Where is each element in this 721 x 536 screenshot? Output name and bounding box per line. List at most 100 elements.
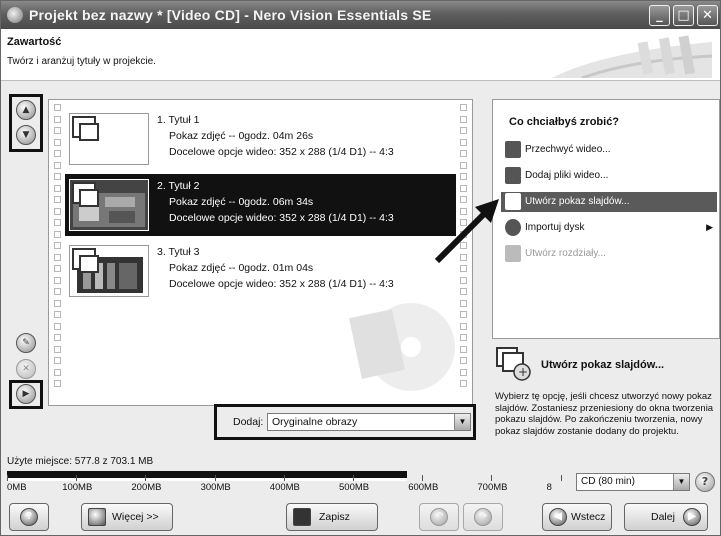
svg-text:+: + xyxy=(518,365,528,379)
space-scale-tick-label: 200MB xyxy=(131,482,162,493)
title-name: 1. Tytuł 1 xyxy=(157,114,200,126)
film-perforation-left xyxy=(54,104,61,392)
action-add-video-files[interactable]: Dodaj pliki wideo... xyxy=(501,166,717,186)
action-label: Dodaj pliki wideo... xyxy=(525,170,609,181)
slideshow-thumbnail xyxy=(69,113,149,165)
space-scale-tick-label: 400MB xyxy=(269,482,300,493)
title-duration: Pokaz zdjęć -- 0godz. 01m 04s xyxy=(169,262,314,274)
create-chapters-icon xyxy=(505,245,521,262)
play-title-button[interactable]: ▶ xyxy=(16,384,36,404)
page-header: Zawartość Twórz i aranżuj tytuły w proje… xyxy=(1,29,720,81)
move-down-button[interactable]: ▼ xyxy=(16,125,36,145)
slideshow-icon xyxy=(72,116,99,141)
disc-type-value: CD (80 min) xyxy=(581,476,635,487)
window-title: Projekt bez nazwy * [Video CD] - Nero Vi… xyxy=(29,7,432,23)
title-name: 3. Tytuł 3 xyxy=(157,246,200,258)
undo-button[interactable]: ↶ xyxy=(419,503,459,531)
help-icon: ? xyxy=(20,508,38,526)
page-subtitle: Twórz i aranżuj tytuły w projekcie. xyxy=(7,56,156,67)
action-label: Utwórz pokaz slajdów... xyxy=(525,196,630,207)
description-text: Wybierz tę opcję, jeśli chcesz utworzyć … xyxy=(495,391,714,437)
edit-title-button[interactable]: ✎ xyxy=(16,333,36,353)
more-button-label: Więcej >> xyxy=(112,511,159,523)
action-label: Importuj dysk xyxy=(525,222,585,233)
import-disc-icon xyxy=(505,219,521,236)
space-scale-tick-mark xyxy=(283,475,285,481)
used-space-label: Użyte miejsce: 577.8 z 703.1 MB xyxy=(7,456,154,467)
space-scale-tick-label: 600MB xyxy=(408,482,439,493)
slideshow-icon xyxy=(72,182,99,207)
space-scale-tick-label: 0MB xyxy=(7,482,27,493)
title-item-1[interactable]: 1. Tytuł 1 Pokaz zdjęć -- 0godz. 04m 26s… xyxy=(65,108,456,170)
title-duration: Pokaz zdjęć -- 0godz. 06m 34s xyxy=(169,196,314,208)
actions-panel: Co chciałbyś zrobić? Przechwyć wideo... … xyxy=(492,99,720,339)
add-source-select[interactable]: Oryginalne obrazy ▼ xyxy=(267,413,471,431)
page-title: Zawartość xyxy=(7,36,62,48)
back-arrow-icon: ◀ xyxy=(549,508,567,526)
title-video-options: Docelowe opcje wideo: 352 x 288 (1/4 D1)… xyxy=(169,212,394,224)
add-label: Dodaj: xyxy=(233,416,264,428)
back-button[interactable]: ◀ Wstecz xyxy=(542,503,612,531)
space-scale-tick-mark xyxy=(353,475,354,481)
next-button[interactable]: Dalej ▶ xyxy=(624,503,708,531)
slideshow-thumbnail xyxy=(69,179,149,231)
redo-icon: ↷ xyxy=(474,508,492,526)
help-button[interactable]: ? xyxy=(9,503,49,531)
move-up-button[interactable]: ▲ xyxy=(16,100,36,120)
more-options-icon xyxy=(88,508,106,526)
redo-button[interactable]: ↷ xyxy=(463,503,503,531)
action-create-chapters[interactable]: Utwórz rozdziały... xyxy=(501,244,717,264)
pointer-arrow-icon xyxy=(434,199,499,264)
delete-title-button[interactable]: ✕ xyxy=(16,359,36,379)
undo-icon: ↶ xyxy=(430,508,448,526)
header-decoration-graphic xyxy=(552,35,712,78)
floppy-disk-icon xyxy=(293,508,311,526)
save-button[interactable]: Zapisz xyxy=(286,503,378,531)
film-disc-watermark-icon xyxy=(349,303,455,391)
used-space-fill xyxy=(7,471,407,481)
space-scale-tick-mark xyxy=(214,475,216,481)
submenu-arrow-icon: ▶ xyxy=(706,222,713,232)
maximize-button[interactable]: □ xyxy=(673,5,694,26)
chevron-down-icon[interactable]: ▼ xyxy=(454,414,470,430)
minimize-button[interactable]: _ xyxy=(649,5,670,26)
add-content-box: Dodaj: Oryginalne obrazy ▼ xyxy=(214,404,476,440)
slideshow-icon xyxy=(72,248,99,273)
close-button[interactable]: ✕ xyxy=(697,5,718,26)
create-slideshow-icon xyxy=(505,193,521,210)
title-item-2[interactable]: 2. Tytuł 2 Pokaz zdjęć -- 0godz. 06m 34s… xyxy=(65,174,456,236)
space-scale-tick-mark xyxy=(145,475,147,481)
disc-type-select[interactable]: CD (80 min) ▼ xyxy=(576,473,690,491)
back-button-label: Wstecz xyxy=(571,511,606,523)
main-window: Projekt bez nazwy * [Video CD] - Nero Vi… xyxy=(0,0,721,536)
next-button-label: Dalej xyxy=(651,511,675,523)
slideshow-large-icon: + xyxy=(496,347,531,381)
titles-list[interactable]: 1. Tytuł 1 Pokaz zdjęć -- 0godz. 04m 26s… xyxy=(48,99,473,406)
title-name: 2. Tytuł 2 xyxy=(157,180,200,192)
space-scale-tick-label: 8 xyxy=(546,482,552,493)
space-scale-tick-mark xyxy=(7,475,8,481)
title-item-3[interactable]: 3. Tytuł 3 Pokaz zdjęć -- 0godz. 01m 04s… xyxy=(65,240,456,302)
add-source-value: Oryginalne obrazy xyxy=(272,416,358,428)
chevron-down-icon[interactable]: ▼ xyxy=(673,474,689,490)
action-create-slideshow[interactable]: Utwórz pokaz slajdów... xyxy=(501,192,717,212)
action-import-disc[interactable]: Importuj dysk ▶ xyxy=(501,218,717,238)
title-duration: Pokaz zdjęć -- 0godz. 04m 26s xyxy=(169,130,314,142)
disc-space-bar: 0MB 100MB 200MB 300MB 400MB 500MB 600MB 700MB 8 xyxy=(7,471,567,495)
space-scale-tick-mark xyxy=(491,475,493,481)
description-title: Utwórz pokaz slajdów... xyxy=(541,359,665,371)
space-scale-tick-mark xyxy=(560,475,562,481)
action-label: Utwórz rozdziały... xyxy=(525,248,606,259)
space-scale-tick-label: 100MB xyxy=(62,482,93,493)
action-capture-video[interactable]: Przechwyć wideo... xyxy=(501,140,717,160)
space-scale-tick-mark xyxy=(76,475,78,481)
space-scale-tick-mark xyxy=(422,475,424,481)
nero-app-icon xyxy=(7,7,23,23)
space-scale-tick-label: 700MB xyxy=(477,482,508,493)
next-arrow-icon: ▶ xyxy=(683,508,701,526)
save-button-label: Zapisz xyxy=(319,511,350,523)
more-button[interactable]: Więcej >> xyxy=(81,503,173,531)
title-video-options: Docelowe opcje wideo: 352 x 288 (1/4 D1)… xyxy=(169,146,394,158)
space-scale-tick-label: 500MB xyxy=(339,482,370,493)
help-icon[interactable]: ? xyxy=(695,472,715,492)
